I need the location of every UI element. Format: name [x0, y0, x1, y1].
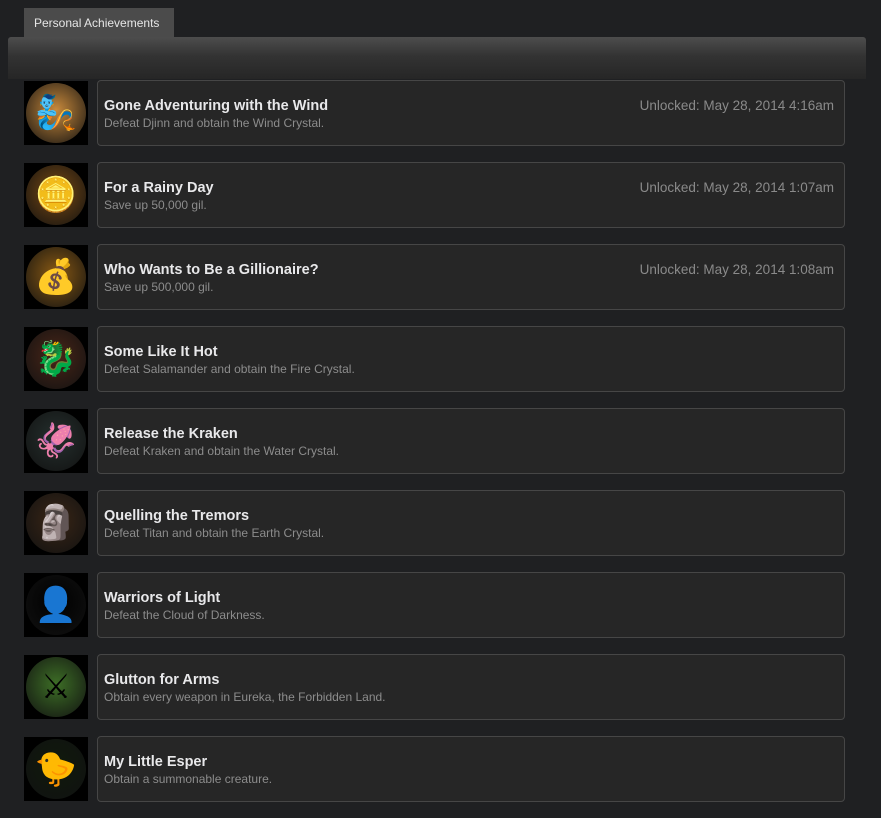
weapons-grid-icon: ⚔ [24, 655, 88, 719]
achievement-title: Glutton for Arms [104, 672, 220, 688]
achievement-description: Defeat Salamander and obtain the Fire Cr… [104, 362, 355, 376]
achievement-row: 🧞 Gone Adventuring with the Wind Defeat … [24, 80, 845, 146]
achievement-row: 🐉 Some Like It Hot Defeat Salamander and… [24, 326, 845, 392]
achievement-description: Obtain every weapon in Eureka, the Forbi… [104, 690, 386, 704]
salamander-icon: 🐉 [24, 327, 88, 391]
achievement-list: 🧞 Gone Adventuring with the Wind Defeat … [24, 80, 845, 818]
chocobo-icon: 🐤 [24, 737, 88, 801]
achievement-description: Defeat the Cloud of Darkness. [104, 608, 265, 622]
gil-pile-icon: 💰 [24, 245, 88, 309]
titan-icon: 🗿 [24, 491, 88, 555]
tab-personal-achievements[interactable]: Personal Achievements [24, 8, 174, 38]
achievement-row: 🐤 My Little Esper Obtain a summonable cr… [24, 736, 845, 802]
achievement-row: 👤 Warriors of Light Defeat the Cloud of … [24, 572, 845, 638]
achievement-title: Some Like It Hot [104, 344, 218, 360]
achievement-description: Defeat Kraken and obtain the Water Cryst… [104, 444, 340, 458]
achievement-card: Gone Adventuring with the Wind Defeat Dj… [97, 80, 845, 146]
achievement-title: Release the Kraken [104, 426, 238, 442]
achievement-card: Release the Kraken Defeat Kraken and obt… [97, 408, 845, 474]
achievement-description: Defeat Djinn and obtain the Wind Crystal… [104, 116, 325, 130]
gil-coins-icon: 🪙 [24, 163, 88, 227]
achievement-title: My Little Esper [104, 754, 208, 770]
unlocked-timestamp: Unlocked: May 28, 2014 4:16am [639, 98, 834, 113]
achievement-card: Some Like It Hot Defeat Salamander and o… [97, 326, 845, 392]
achievement-card: My Little Esper Obtain a summonable crea… [97, 736, 845, 802]
djinn-icon: 🧞 [24, 81, 88, 145]
achievement-row: 🪙 For a Rainy Day Save up 50,000 gil. Un… [24, 162, 845, 228]
kraken-icon: 🦑 [24, 409, 88, 473]
achievement-title: Gone Adventuring with the Wind [104, 98, 329, 114]
achievement-row: 💰 Who Wants to Be a Gillionaire? Save up… [24, 244, 845, 310]
unlocked-timestamp: Unlocked: May 28, 2014 1:07am [639, 180, 834, 195]
achievement-description: Save up 500,000 gil. [104, 280, 214, 294]
unlocked-timestamp: Unlocked: May 28, 2014 1:08am [639, 262, 834, 277]
achievement-row: 🗿 Quelling the Tremors Defeat Titan and … [24, 490, 845, 556]
achievement-card: Glutton for Arms Obtain every weapon in … [97, 654, 845, 720]
achievement-description: Defeat Titan and obtain the Earth Crysta… [104, 526, 325, 540]
achievement-row: 🦑 Release the Kraken Defeat Kraken and o… [24, 408, 845, 474]
achievement-title: Quelling the Tremors [104, 508, 250, 524]
achievement-title: Warriors of Light [104, 590, 221, 606]
cloud-of-darkness-icon: 👤 [24, 573, 88, 637]
achievement-row: ⚔ Glutton for Arms Obtain every weapon i… [24, 654, 845, 720]
achievement-card: Who Wants to Be a Gillionaire? Save up 5… [97, 244, 845, 310]
achievement-card: Quelling the Tremors Defeat Titan and ob… [97, 490, 845, 556]
achievement-description: Save up 50,000 gil. [104, 198, 207, 212]
achievement-card: Warriors of Light Defeat the Cloud of Da… [97, 572, 845, 638]
achievement-title: For a Rainy Day [104, 180, 214, 196]
achievement-description: Obtain a summonable creature. [104, 772, 273, 786]
achievement-title: Who Wants to Be a Gillionaire? [104, 262, 319, 278]
section-header-banner [8, 37, 866, 79]
achievement-card: For a Rainy Day Save up 50,000 gil. Unlo… [97, 162, 845, 228]
